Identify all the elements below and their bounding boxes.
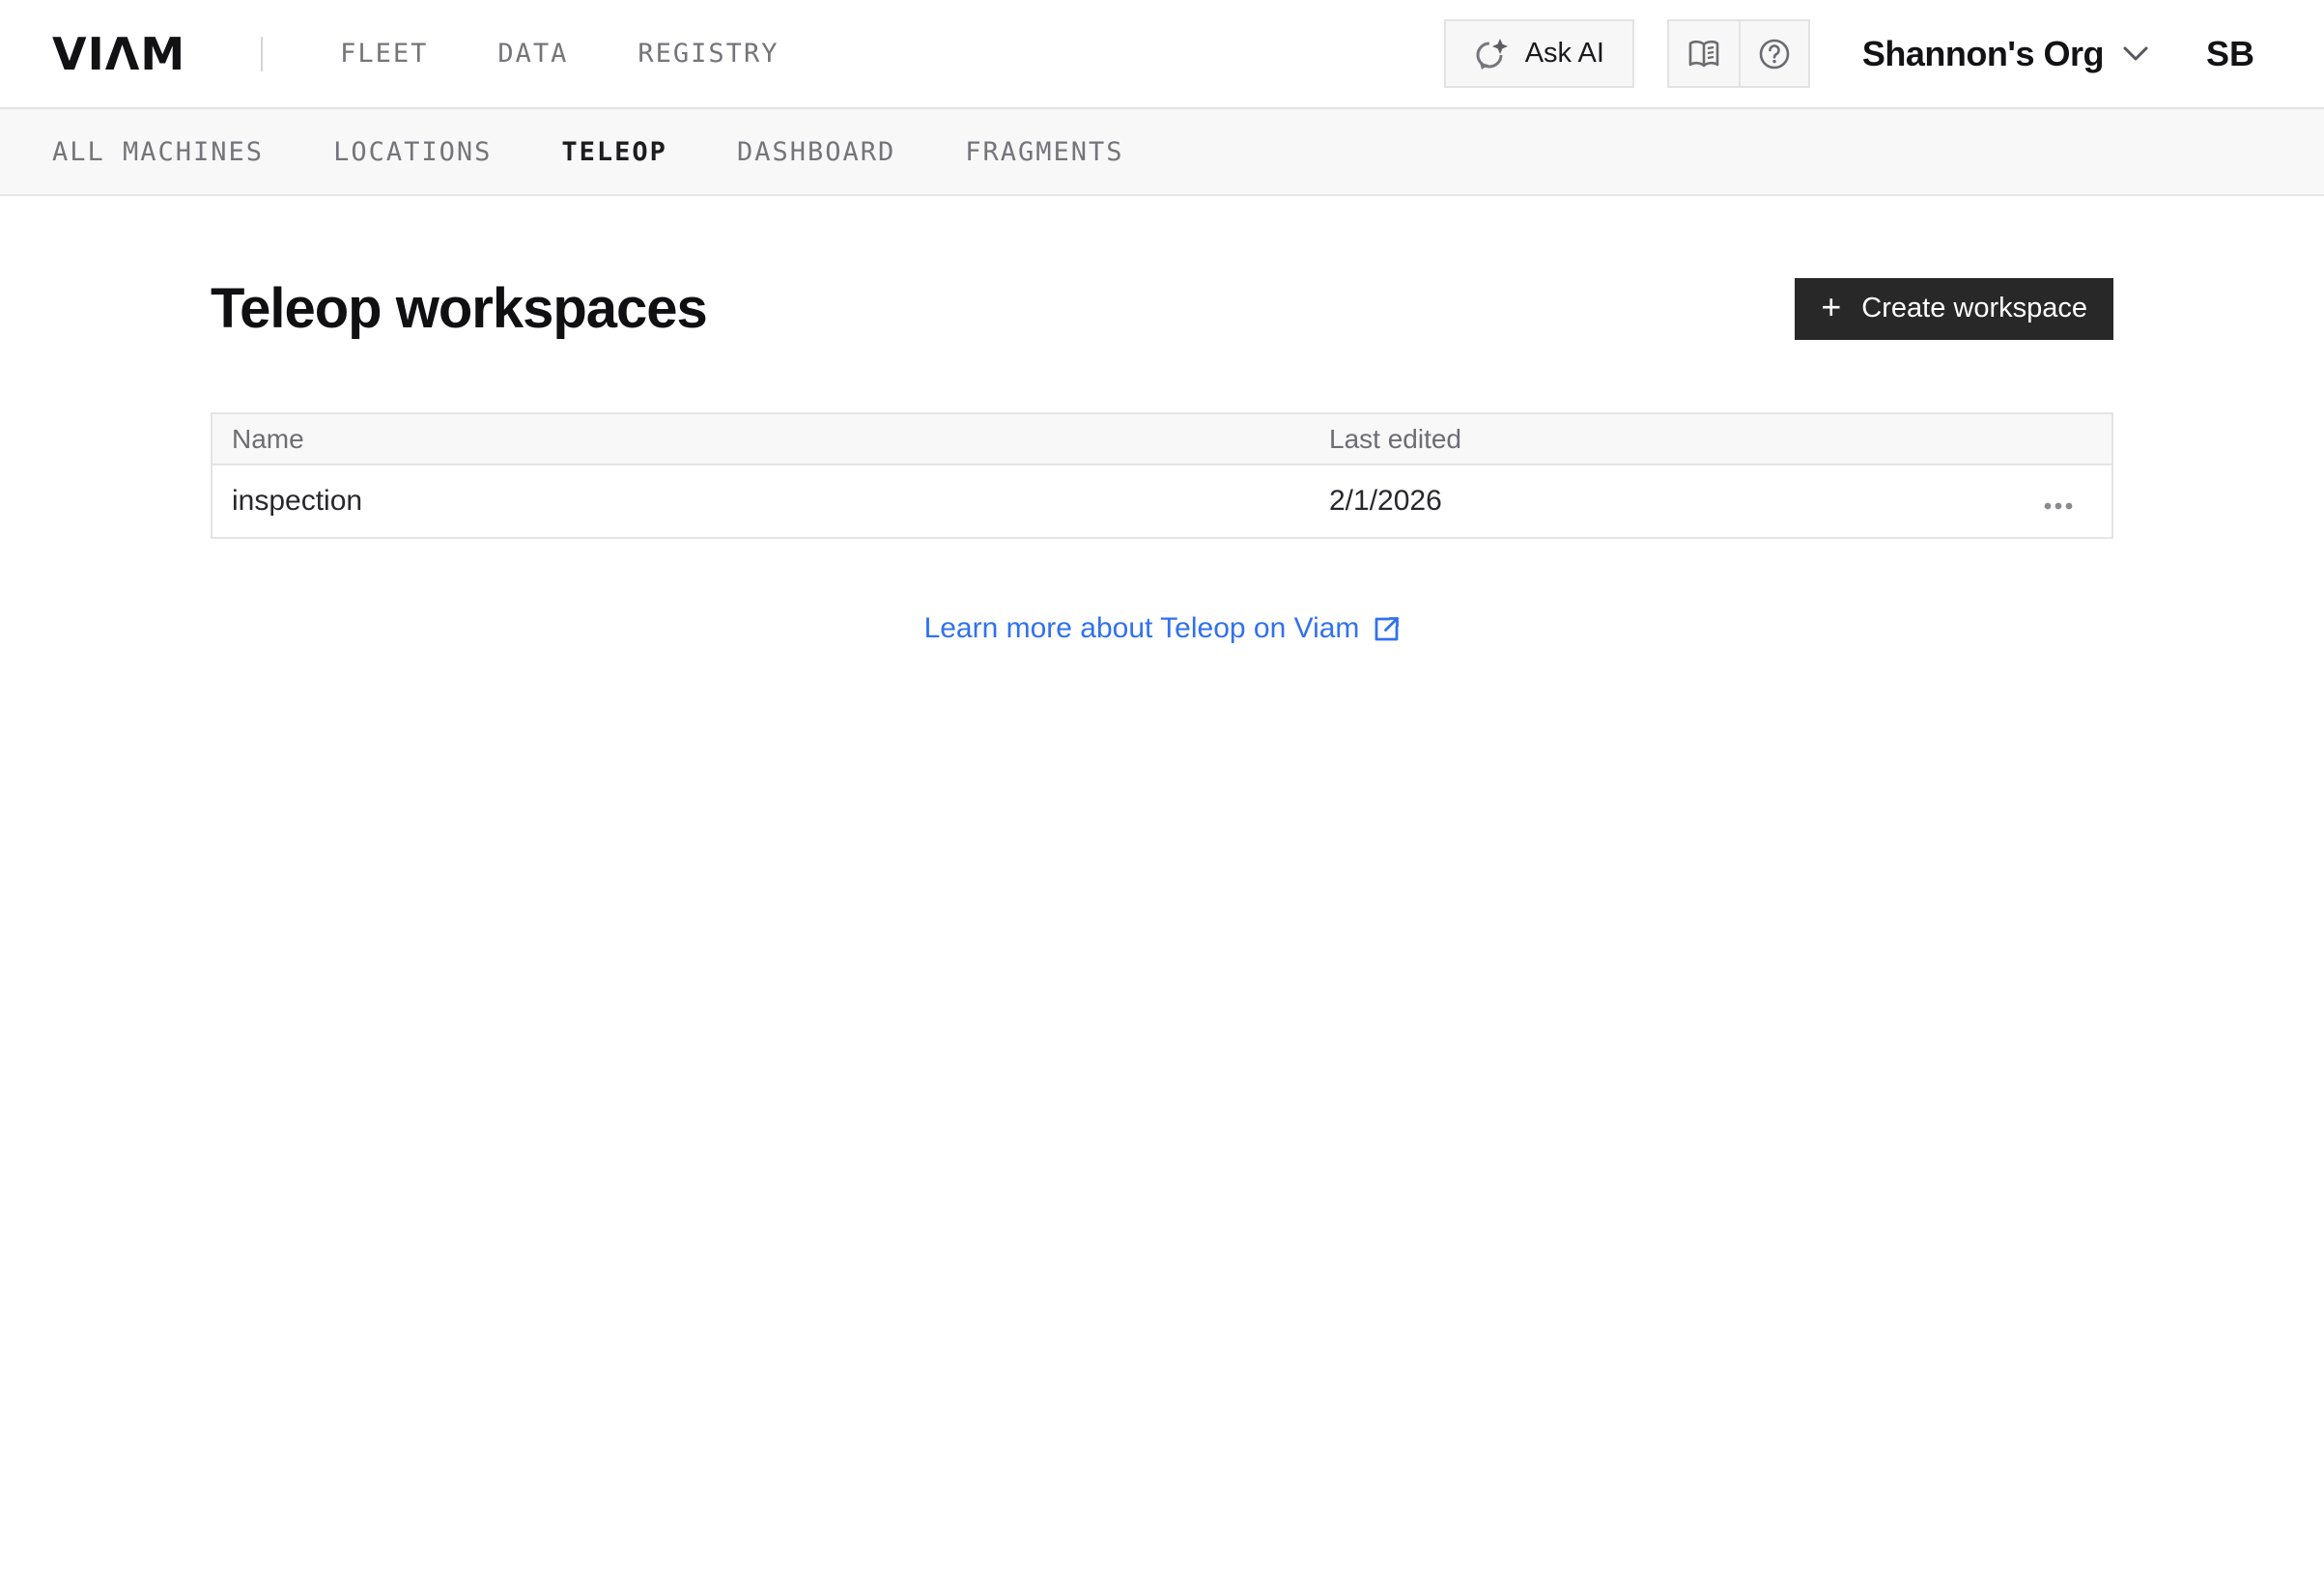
chevron-down-icon <box>2123 46 2148 62</box>
external-link-icon <box>1374 616 1400 642</box>
nav-fleet[interactable]: FLEET <box>340 39 428 69</box>
help-control-group <box>1666 19 1810 88</box>
workspace-name-cell[interactable]: inspection <box>212 464 1310 538</box>
column-header-name: Name <box>212 413 1310 465</box>
sparkle-refresh-icon <box>1474 37 1509 71</box>
viam-logo[interactable]: VIΛM <box>52 28 185 80</box>
table-row[interactable]: inspection 2/1/2026 <box>212 464 2112 538</box>
tab-fragments[interactable]: FRAGMENTS <box>965 137 1123 167</box>
create-workspace-label: Create workspace <box>1861 293 2087 324</box>
main-content: Teleop workspaces + Create workspace Nam… <box>211 276 2113 645</box>
top-header: VIΛM FLEET DATA REGISTRY Ask AI Shannon'… <box>0 0 2324 109</box>
more-options-icon <box>2044 502 2073 510</box>
question-circle-icon <box>1758 38 1791 70</box>
learn-more-wrap: Learn more about Teleop on Viam <box>211 612 2113 645</box>
plus-icon: + <box>1821 287 1842 326</box>
page-head: Teleop workspaces + Create workspace <box>211 276 2113 341</box>
tab-teleop[interactable]: TELEOP <box>561 137 667 167</box>
workspace-actions-cell <box>1997 464 2112 538</box>
column-header-last-edited: Last edited <box>1310 413 1997 465</box>
tab-locations[interactable]: LOCATIONS <box>333 137 492 167</box>
primary-nav: FLEET DATA REGISTRY <box>340 39 779 69</box>
avatar[interactable]: SB <box>2206 34 2254 74</box>
workspace-last-edited-cell: 2/1/2026 <box>1310 464 1997 538</box>
create-workspace-button[interactable]: + Create workspace <box>1795 277 2113 340</box>
learn-more-label: Learn more about Teleop on Viam <box>923 612 1360 644</box>
tab-all-machines[interactable]: ALL MACHINES <box>52 137 264 167</box>
row-more-options-button[interactable] <box>2040 496 2077 516</box>
ask-ai-button[interactable]: Ask AI <box>1443 19 1634 88</box>
ask-ai-label: Ask AI <box>1524 38 1604 69</box>
secondary-nav: ALL MACHINES LOCATIONS TELEOP DASHBOARD … <box>0 109 2324 196</box>
page-title: Teleop workspaces <box>211 277 708 340</box>
header-divider <box>261 36 264 71</box>
workspaces-table: Name Last edited inspection 2/1/2026 <box>211 412 2113 539</box>
learn-more-link[interactable]: Learn more about Teleop on Viam <box>924 612 1401 645</box>
nav-registry[interactable]: REGISTRY <box>638 39 779 69</box>
nav-data[interactable]: DATA <box>497 39 568 69</box>
tab-dashboard[interactable]: DASHBOARD <box>737 137 895 167</box>
docs-button[interactable] <box>1669 21 1739 86</box>
org-name: Shannon's Org <box>1861 33 2105 73</box>
column-header-actions <box>1997 413 2112 465</box>
table-header-row: Name Last edited <box>212 413 2112 465</box>
help-button[interactable] <box>1738 21 1808 86</box>
open-book-icon <box>1687 40 1720 69</box>
org-switcher[interactable]: Shannon's Org <box>1862 34 2148 74</box>
